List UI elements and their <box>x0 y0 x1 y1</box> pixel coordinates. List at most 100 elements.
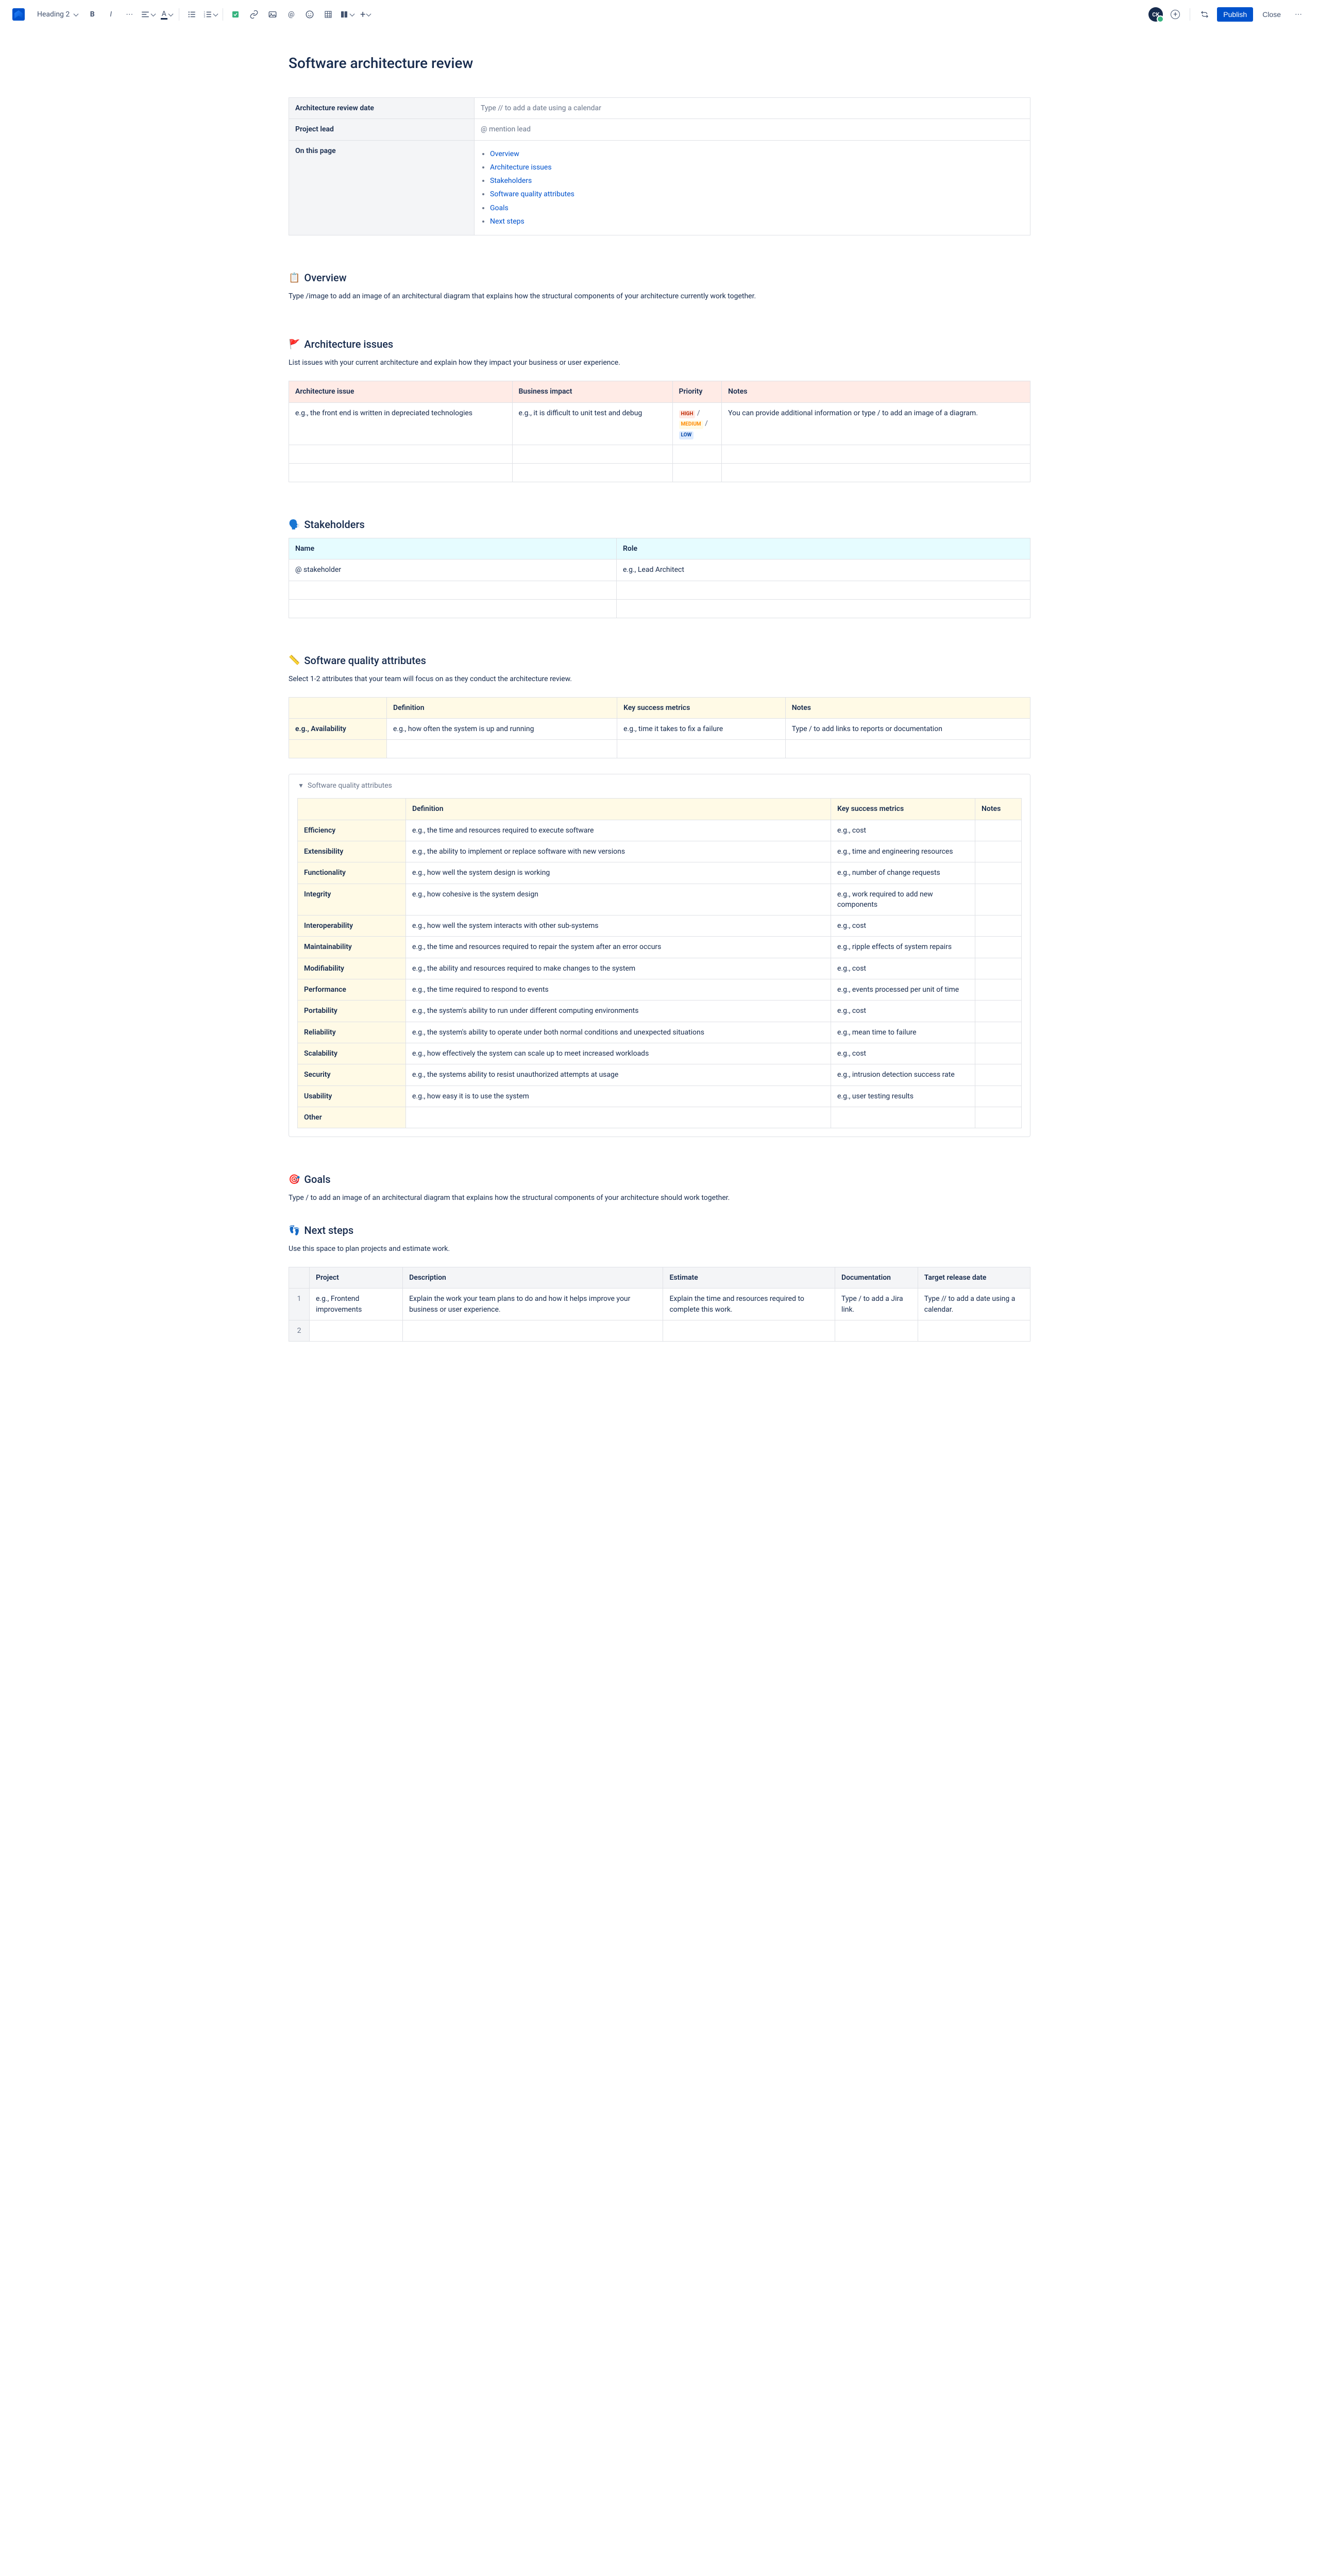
col-header[interactable]: Estimate <box>663 1267 835 1289</box>
close-button[interactable]: Close <box>1257 7 1286 22</box>
col-header[interactable]: Definition <box>406 799 831 820</box>
cell[interactable]: e.g., events processed per unit of time <box>831 979 975 1001</box>
cell[interactable]: e.g., the ability to implement or replac… <box>406 841 831 862</box>
attr-name[interactable]: Integrity <box>298 884 406 916</box>
text-style-dropdown[interactable]: Heading 2 <box>33 8 82 21</box>
col-header[interactable]: Target release date <box>918 1267 1030 1289</box>
attr-name[interactable]: Scalability <box>298 1043 406 1064</box>
bold-button[interactable]: B <box>84 6 100 23</box>
attr-name[interactable]: Other <box>298 1107 406 1128</box>
cell[interactable] <box>975 820 1022 841</box>
toc-link[interactable]: Software quality attributes <box>490 190 574 198</box>
quality-helper[interactable]: Select 1-2 attributes that your team wil… <box>289 674 1030 685</box>
more-formatting-button[interactable]: ⋯ <box>121 6 138 23</box>
col-header[interactable]: Definition <box>387 697 617 718</box>
attr-name[interactable]: Usability <box>298 1086 406 1107</box>
cell[interactable]: Explain the work your team plans to do a… <box>403 1289 663 1320</box>
meta-value[interactable]: @ mention lead <box>475 119 1030 140</box>
bullet-list-button[interactable] <box>183 6 200 23</box>
attr-name[interactable]: Functionality <box>298 862 406 884</box>
expand-toggle[interactable]: ▾ Software quality attributes <box>297 782 1022 790</box>
cell[interactable] <box>975 958 1022 979</box>
meta-label[interactable]: On this page <box>289 140 475 235</box>
next-helper[interactable]: Use this space to plan projects and esti… <box>289 1244 1030 1255</box>
col-header[interactable]: Documentation <box>835 1267 918 1289</box>
col-header[interactable]: Business impact <box>512 381 672 402</box>
cell[interactable]: You can provide additional information o… <box>722 402 1030 445</box>
attr-name[interactable]: Maintainability <box>298 937 406 958</box>
next-steps-table[interactable]: Project Description Estimate Documentati… <box>289 1267 1030 1342</box>
cell[interactable]: e.g., mean time to failure <box>831 1022 975 1043</box>
insert-dropdown[interactable]: + <box>357 6 374 23</box>
confluence-logo-icon[interactable] <box>12 8 25 21</box>
section-heading-stakeholders[interactable]: 🗣️ Stakeholders <box>289 518 1030 531</box>
priority-cell[interactable]: HIGH / MEDIUM / LOW <box>672 402 722 445</box>
attr-name[interactable]: Portability <box>298 1001 406 1022</box>
cell[interactable] <box>975 841 1022 862</box>
text-color-dropdown[interactable]: A <box>158 6 175 23</box>
attr-name[interactable]: Extensibility <box>298 841 406 862</box>
stakeholders-table[interactable]: Name Role @ stakeholder e.g., Lead Archi… <box>289 538 1030 618</box>
cell[interactable]: Type / to add links to reports or docume… <box>785 719 1030 740</box>
quality-full-table[interactable]: Definition Key success metrics Notes Eff… <box>297 798 1022 1128</box>
invite-button[interactable]: + <box>1167 6 1183 23</box>
meta-toc-cell[interactable]: Overview Architecture issues Stakeholder… <box>475 140 1030 235</box>
cell[interactable]: e.g., number of change requests <box>831 862 975 884</box>
action-item-button[interactable] <box>227 6 244 23</box>
issues-helper[interactable]: List issues with your current architectu… <box>289 358 1030 368</box>
cell[interactable]: e.g., how well the system design is work… <box>406 862 831 884</box>
cell[interactable] <box>975 1001 1022 1022</box>
section-heading-goals[interactable]: 🎯 Goals <box>289 1173 1030 1185</box>
col-header[interactable]: Notes <box>785 697 1030 718</box>
mention-button[interactable]: @ <box>283 6 299 23</box>
cell[interactable]: e.g., Availability <box>289 719 387 740</box>
issues-table[interactable]: Architecture issue Business impact Prior… <box>289 381 1030 482</box>
alignment-dropdown[interactable] <box>140 6 156 23</box>
cell[interactable]: e.g., the time and resources required to… <box>406 820 831 841</box>
cell[interactable]: @ stakeholder <box>289 560 617 581</box>
cell[interactable]: e.g., cost <box>831 958 975 979</box>
overview-helper[interactable]: Type /image to add an image of an archit… <box>289 291 1030 302</box>
cell[interactable]: e.g., intrusion detection success rate <box>831 1064 975 1086</box>
cell[interactable] <box>975 937 1022 958</box>
cell[interactable]: e.g., how easy it is to use the system <box>406 1086 831 1107</box>
toc-link[interactable]: Overview <box>490 150 519 158</box>
cell[interactable]: e.g., Frontend improvements <box>310 1289 403 1320</box>
cell[interactable]: e.g., the time required to respond to ev… <box>406 979 831 1001</box>
col-header[interactable]: Project <box>310 1267 403 1289</box>
cell[interactable] <box>406 1107 831 1128</box>
cell[interactable]: e.g., cost <box>831 1001 975 1022</box>
quality-table[interactable]: Definition Key success metrics Notes e.g… <box>289 697 1030 759</box>
cell[interactable] <box>975 979 1022 1001</box>
table-button[interactable] <box>320 6 336 23</box>
cell[interactable] <box>975 1043 1022 1064</box>
col-header[interactable]: Name <box>289 538 617 560</box>
meta-label[interactable]: Project lead <box>289 119 475 140</box>
cell[interactable] <box>975 916 1022 937</box>
meta-table[interactable]: Architecture review date Type // to add … <box>289 97 1030 235</box>
image-button[interactable] <box>264 6 281 23</box>
attr-name[interactable]: Reliability <box>298 1022 406 1043</box>
publish-button[interactable]: Publish <box>1217 7 1253 22</box>
col-header[interactable]: Priority <box>672 381 722 402</box>
toc-link[interactable]: Goals <box>490 204 509 212</box>
cell[interactable]: e.g., how effectively the system can sca… <box>406 1043 831 1064</box>
cell[interactable]: e.g., the time and resources required to… <box>406 937 831 958</box>
cell[interactable]: e.g., how cohesive is the system design <box>406 884 831 916</box>
cell[interactable] <box>975 1022 1022 1043</box>
cell[interactable] <box>975 884 1022 916</box>
attr-name[interactable]: Efficiency <box>298 820 406 841</box>
col-header[interactable]: Notes <box>975 799 1022 820</box>
cell[interactable]: e.g., time and engineering resources <box>831 841 975 862</box>
goals-helper[interactable]: Type / to add an image of an architectur… <box>289 1193 1030 1204</box>
toc-link[interactable]: Architecture issues <box>490 163 552 172</box>
cell[interactable]: e.g., work required to add new component… <box>831 884 975 916</box>
section-heading-next[interactable]: 👣 Next steps <box>289 1224 1030 1236</box>
cell[interactable] <box>831 1107 975 1128</box>
numbered-list-dropdown[interactable]: 123 <box>202 6 218 23</box>
cell[interactable]: Explain the time and resources required … <box>663 1289 835 1320</box>
meta-label[interactable]: Architecture review date <box>289 98 475 119</box>
col-header[interactable]: Key success metrics <box>617 697 786 718</box>
col-header[interactable] <box>289 1267 310 1289</box>
col-header[interactable]: Notes <box>722 381 1030 402</box>
